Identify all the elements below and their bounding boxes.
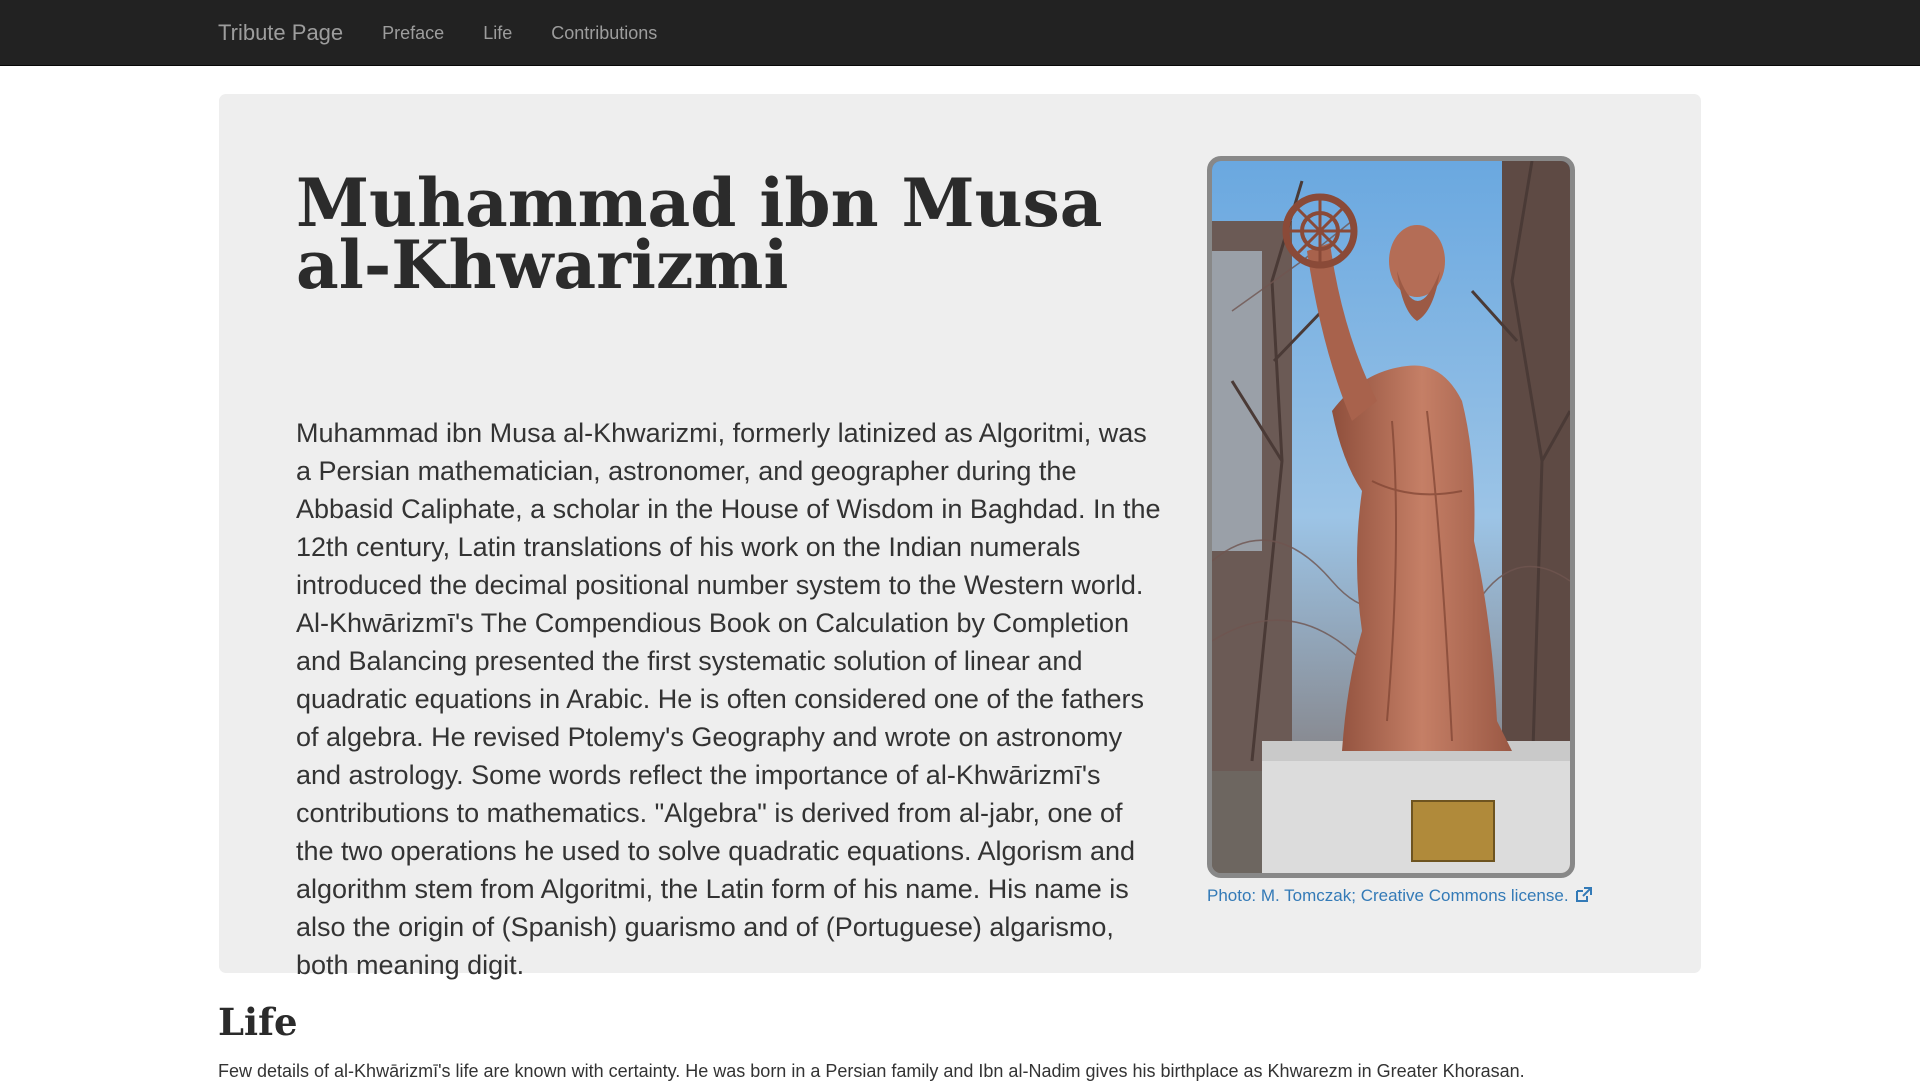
navbar-brand[interactable]: Tribute Page xyxy=(218,20,343,46)
nav-link-life[interactable]: Life xyxy=(483,23,512,44)
photo-credit-text: Photo: M. Tomczak; Creative Commons lice… xyxy=(1207,886,1569,905)
top-navbar: Tribute Page Preface Life Contributions xyxy=(0,0,1920,66)
navbar-container: Tribute Page Preface Life Contributions xyxy=(218,0,696,66)
photo-credit-link[interactable]: Photo: M. Tomczak; Creative Commons lice… xyxy=(1207,886,1592,908)
life-section-title: Life xyxy=(218,1000,298,1044)
preface-text: Muhammad ibn Musa al-Khwarizmi, formerly… xyxy=(296,418,1161,980)
preface-jumbotron: Muhammad ibn Musa al-Khwarizmi Muhammad … xyxy=(219,94,1701,980)
life-section-text: Few details of al-Khwārizmī's life are k… xyxy=(218,1061,1525,1081)
statue-photo-illustration xyxy=(1212,161,1570,873)
external-link-icon xyxy=(1575,887,1592,908)
page-title: Muhammad ibn Musa al-Khwarizmi xyxy=(296,164,1103,304)
nav-link-preface[interactable]: Preface xyxy=(382,23,444,44)
nav-link-contributions[interactable]: Contributions xyxy=(551,23,657,44)
statue-photo xyxy=(1207,156,1575,878)
